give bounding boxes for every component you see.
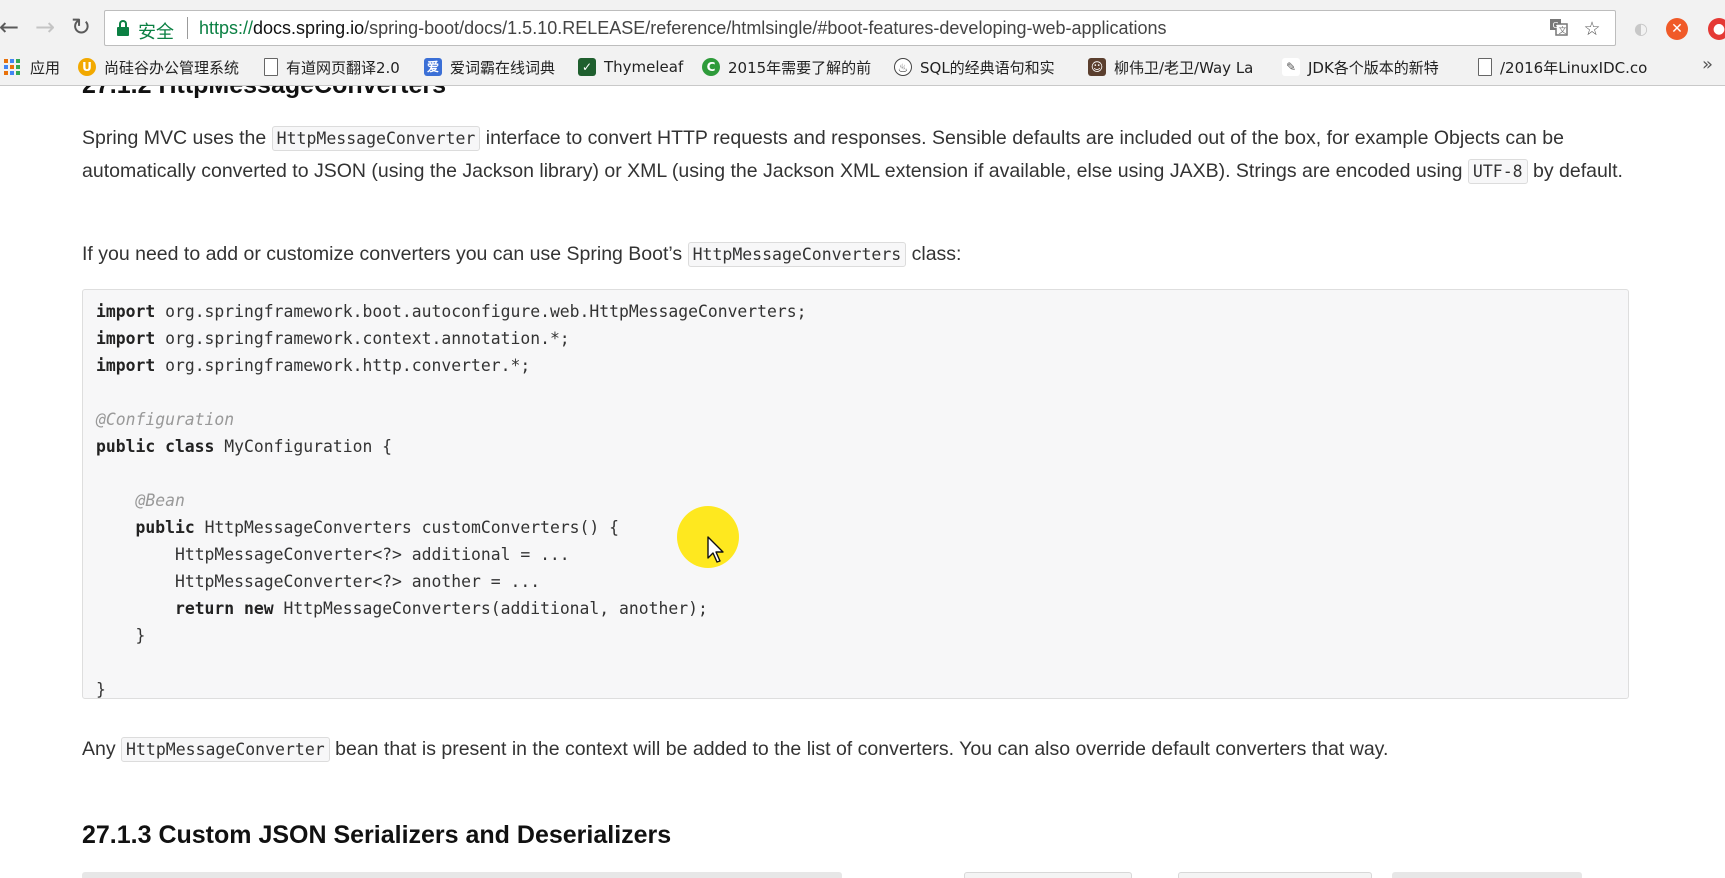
star-icon[interactable]: ☆ — [1580, 17, 1604, 41]
paragraph-customize: If you need to add or customize converte… — [82, 238, 1642, 271]
extension-red-icon[interactable]: ● — [1708, 18, 1725, 40]
bookmark-thymeleaf[interactable]: ✓ Thymeleaf — [578, 55, 683, 79]
secure-label: 安全 — [138, 22, 174, 43]
code-keyword: public — [135, 518, 195, 537]
bookmark-apps[interactable]: 应用 — [4, 55, 60, 79]
code-text: org.springframework.http.converter.*; — [155, 356, 531, 375]
code-text: HttpMessageConverter<?> additional = ... — [174, 545, 570, 564]
code-keyword: return new — [174, 599, 274, 618]
svg-text:文: 文 — [1559, 25, 1567, 35]
back-button[interactable]: ← — [0, 12, 24, 42]
code-annotation: @Bean — [135, 491, 185, 510]
translate-icon[interactable]: G文 — [1547, 17, 1571, 41]
url-text[interactable]: https://docs.spring.io/spring-boot/docs/… — [199, 18, 1167, 39]
page-icon — [1478, 58, 1492, 76]
text-run: by default. — [1527, 160, 1623, 182]
arrow-right-icon: → — [34, 13, 56, 41]
bookmark-sql[interactable]: ♨ SQL的经典语句和实 — [894, 55, 1055, 79]
bookmark-label: 柳伟卫/老卫/Way La — [1114, 58, 1254, 77]
dict-icon: 爱 — [424, 58, 442, 76]
apps-icon — [4, 59, 20, 75]
cut-off-inline-code — [1178, 872, 1372, 878]
bookmark-label: 尚硅谷办公管理系统 — [104, 58, 240, 77]
code-text: HttpMessageConverter<?> another = ... — [174, 572, 541, 591]
bookmark-label: /2016年LinuxIDC.co — [1500, 58, 1648, 77]
code-keyword: import — [96, 302, 156, 321]
code-text: HttpMessageConverters customConverters()… — [194, 518, 620, 537]
bookmark-label: 爱词霸在线词典 — [450, 58, 556, 77]
paragraph-bean: Any HttpMessageConverter bean that is pr… — [82, 733, 1642, 766]
code-text: } — [96, 680, 106, 699]
url-host: docs.spring.io — [253, 18, 365, 38]
cut-off-text-line — [1392, 872, 1582, 878]
c-logo-icon: C — [702, 58, 720, 76]
code-listing: import org.springframework.boot.autoconf… — [96, 298, 1615, 703]
bookmark-youdao[interactable]: 有道网页翻译2.0 — [264, 55, 400, 79]
bookmarks-overflow-button[interactable]: » — [1702, 54, 1713, 75]
lock-icon — [117, 20, 129, 36]
bookmark-shangguigu[interactable]: U 尚硅谷办公管理系统 — [78, 55, 239, 79]
u-logo-icon: U — [78, 58, 96, 76]
text-run: Spring MVC uses the — [82, 127, 272, 149]
check-icon: ✓ — [578, 58, 596, 76]
text-run: Any — [82, 738, 122, 760]
browser-toolbar: ← → ↻ 安全 https://docs.spring.io/spring-b… — [0, 6, 1725, 50]
bookmark-label: 有道网页翻译2.0 — [286, 58, 400, 77]
bookmark-label: SQL的经典语句和实 — [920, 58, 1055, 77]
bookmarks-bar: 应用 U 尚硅谷办公管理系统 有道网页翻译2.0 爱 爱词霸在线词典 ✓ Thy… — [0, 52, 1725, 82]
reload-button[interactable]: ↻ — [66, 12, 96, 42]
forward-button[interactable]: → — [30, 12, 60, 42]
text-run: bean that is present in the context will… — [329, 738, 1389, 760]
text-run: If you need to add or customize converte… — [82, 243, 688, 265]
bookmark-jdk[interactable]: ✎ JDK各个版本的新特 — [1282, 55, 1439, 79]
code-text: MyConfiguration { — [214, 437, 393, 456]
cut-off-text-line — [82, 872, 842, 878]
inline-code: HttpMessageConverters — [687, 242, 907, 267]
reload-icon: ↻ — [70, 13, 92, 41]
code-annotation: @Configuration — [96, 410, 235, 429]
code-keyword: import — [96, 329, 156, 348]
inline-code: HttpMessageConverter — [271, 126, 481, 151]
code-keyword: public class — [96, 437, 215, 456]
url-scheme: https:// — [199, 18, 254, 38]
inline-code: HttpMessageConverter — [121, 737, 330, 762]
bookmark-waylau[interactable]: ☺ 柳伟卫/老卫/Way La — [1088, 55, 1253, 79]
paragraph-intro: Spring MVC uses the HttpMessageConverter… — [82, 122, 1642, 188]
arrow-left-icon: ← — [0, 13, 20, 41]
code-text: HttpMessageConverters(additional, anothe… — [273, 599, 708, 618]
address-separator — [187, 17, 188, 39]
bookmark-label: 2015年需要了解的前 — [728, 58, 872, 77]
inline-code: UTF-8 — [1467, 159, 1528, 184]
bookmark-label: 应用 — [30, 58, 61, 77]
code-text: org.springframework.boot.autoconfigure.w… — [155, 302, 807, 321]
address-bar[interactable]: 安全 https://docs.spring.io/spring-boot/do… — [104, 10, 1616, 46]
fire-icon: ♨ — [894, 58, 912, 76]
code-block[interactable]: import org.springframework.boot.autoconf… — [82, 289, 1629, 699]
bookmark-label: Thymeleaf — [604, 58, 684, 76]
code-keyword: import — [96, 356, 156, 375]
feather-icon: ✎ — [1282, 58, 1300, 76]
extension-inactive-icon[interactable]: ◐ — [1628, 16, 1654, 42]
document-viewport: 27.1.2 HttpMessageConverters Spring MVC … — [0, 86, 1725, 878]
section-heading-custom-json: 27.1.3 Custom JSON Serializers and Deser… — [82, 821, 672, 849]
cut-off-inline-code — [964, 872, 1132, 878]
bookmark-label: JDK各个版本的新特 — [1308, 58, 1439, 77]
avatar-icon: ☺ — [1088, 58, 1106, 76]
browser-chrome: ← → ↻ 安全 https://docs.spring.io/spring-b… — [0, 0, 1725, 86]
mouse-pointer-icon — [707, 536, 724, 563]
section-heading-httpmessageconverters: 27.1.2 HttpMessageConverters — [82, 86, 446, 100]
bookmark-iciba[interactable]: 爱 爱词霸在线词典 — [424, 55, 555, 79]
extension-close-icon[interactable]: ✕ — [1666, 18, 1688, 40]
text-run: class: — [906, 243, 962, 265]
url-path: /spring-boot/docs/1.5.10.RELEASE/referen… — [364, 18, 1167, 38]
bookmark-linuxidc[interactable]: /2016年LinuxIDC.co — [1478, 55, 1647, 79]
code-text: org.springframework.context.annotation.*… — [155, 329, 570, 348]
page-icon — [264, 58, 278, 76]
code-text: } — [135, 626, 146, 645]
bookmark-2015[interactable]: C 2015年需要了解的前 — [702, 55, 871, 79]
